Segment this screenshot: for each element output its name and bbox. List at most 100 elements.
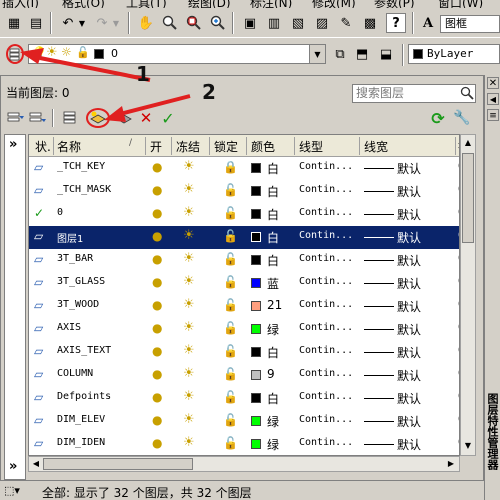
linetype[interactable]: Contin... [299, 299, 353, 310]
linetype[interactable]: Contin... [299, 322, 353, 333]
linetype[interactable]: Contin... [299, 207, 353, 218]
unlock-icon[interactable]: 🔓 [223, 344, 238, 358]
search-layer-input[interactable]: 搜索图层 [352, 84, 476, 103]
lineweight[interactable]: 默认 [397, 436, 421, 453]
layer-name[interactable]: DIM_IDEN [57, 437, 105, 448]
table-row[interactable]: ▱3T_WOOD●☀🔓21Contin...默认0 [29, 295, 459, 318]
layer-name[interactable]: 3T_BAR [57, 253, 93, 264]
bulb-icon[interactable]: ● [152, 298, 162, 312]
sun-icon[interactable]: ☀ [183, 412, 195, 427]
refresh-icon[interactable]: ⟳ [428, 109, 448, 128]
color-swatch[interactable] [251, 324, 261, 334]
search-icon[interactable] [460, 86, 474, 103]
tool-palettes-icon[interactable]: ▧ [288, 13, 308, 33]
design-center-icon[interactable]: ▥ [264, 13, 284, 33]
sun-icon[interactable]: ☀ [183, 159, 195, 174]
layer-name[interactable]: AXIS_TEXT [57, 345, 111, 356]
sheet-set-icon[interactable]: ▨ [312, 13, 332, 33]
layer-name[interactable]: AXIS [57, 322, 81, 333]
unlock-icon[interactable]: 🔓 [223, 183, 238, 197]
bulb-icon[interactable]: ● [152, 367, 162, 381]
table-row[interactable]: ▱DIM_ELEV●☀🔓绿Contin...默认0 [29, 410, 459, 433]
table-horizontal-scrollbar[interactable]: ◀ ▶ [28, 456, 460, 472]
linetype[interactable]: Contin... [299, 391, 353, 402]
lineweight[interactable]: 默认 [397, 344, 421, 361]
scroll-right-icon[interactable]: ▶ [445, 458, 457, 470]
layer-name[interactable]: 0 [57, 207, 63, 218]
undo-dropdown-icon[interactable]: ▼ [72, 13, 92, 33]
bulb-icon[interactable]: ● [152, 229, 162, 243]
linetype[interactable]: Contin... [299, 230, 353, 241]
paste-icon[interactable]: ▤ [26, 13, 46, 33]
bulb-icon[interactable]: ● [152, 344, 162, 358]
table-row[interactable]: ▱COLUMN●☀🔓9Contin...默认0 [29, 364, 459, 387]
zoom-window-icon[interactable] [184, 13, 204, 33]
table-row[interactable]: ▱3T_BAR●☀🔓白Contin...默认0 [29, 249, 459, 272]
color-control-select[interactable]: ByLayer [408, 44, 500, 64]
sun-icon[interactable]: ☀ [183, 228, 195, 243]
text-style-icon[interactable]: A [418, 13, 438, 33]
color-swatch[interactable] [251, 416, 261, 426]
scroll-up-icon[interactable]: ▲ [462, 136, 474, 150]
linetype[interactable]: Contin... [299, 437, 353, 448]
layer-states-manager-icon[interactable] [60, 109, 80, 127]
new-property-filter-icon[interactable] [6, 109, 26, 127]
linetype[interactable]: Contin... [299, 414, 353, 425]
delete-layer-icon[interactable]: ✕ [136, 109, 156, 127]
sun-icon[interactable]: ☀ [183, 205, 195, 220]
sun-icon[interactable]: ☀ [183, 251, 195, 266]
calculator-icon[interactable]: ▩ [360, 13, 380, 33]
lineweight[interactable]: 默认 [397, 321, 421, 338]
bulb-icon[interactable]: ● [152, 413, 162, 427]
markup-icon[interactable]: ✎ [336, 13, 356, 33]
layer-name[interactable]: _TCH_KEY [57, 161, 105, 172]
table-row[interactable]: ✓0●☀🔓白Contin...默认0 [29, 203, 459, 226]
unlock-icon[interactable]: 🔓 [223, 206, 238, 220]
layer-name[interactable]: 图层1 [57, 230, 83, 245]
sun-icon[interactable]: ☀ [183, 297, 195, 312]
bulb-icon[interactable]: ● [152, 252, 162, 266]
unlock-icon[interactable]: 🔓 [223, 390, 238, 404]
bulb-icon[interactable]: ● [152, 183, 162, 197]
properties-icon[interactable]: ▣ [240, 13, 260, 33]
unlock-icon[interactable]: 🔓 [223, 252, 238, 266]
color-swatch[interactable] [251, 393, 261, 403]
table-vertical-scrollbar[interactable]: ▲ ▼ [460, 134, 476, 456]
table-row[interactable]: ▱_TCH_MASK●☀🔓白Contin...默认0 [29, 180, 459, 203]
linetype[interactable]: Contin... [299, 368, 353, 379]
color-swatch[interactable] [251, 163, 261, 173]
bulb-icon[interactable]: ● [152, 160, 162, 174]
layer-select[interactable]: 💡 ☀ ☼ 🔓 0 ▼ [28, 44, 326, 64]
sun-icon[interactable]: ☀ [183, 366, 195, 381]
col-status[interactable]: 状. [35, 138, 51, 155]
layer-manager-icon[interactable] [6, 44, 24, 64]
col-freeze[interactable]: 冻结 [176, 138, 200, 155]
color-swatch[interactable] [251, 278, 261, 288]
color-swatch[interactable] [251, 347, 261, 357]
layer-name[interactable]: 3T_WOOD [57, 299, 99, 310]
sun-icon[interactable]: ☀ [183, 274, 195, 289]
unlock-icon[interactable]: 🔓 [223, 413, 238, 427]
lineweight[interactable]: 默认 [397, 390, 421, 407]
set-current-icon[interactable]: ✓ [158, 109, 178, 128]
zoom-previous-icon[interactable] [208, 13, 228, 33]
table-row[interactable]: ▱AXIS_TEXT●☀🔓白Contin...默认0 [29, 341, 459, 364]
menu-parameters[interactable]: 参数(P) [374, 0, 415, 8]
text-style-select[interactable]: 图框 [440, 15, 500, 33]
table-row[interactable]: ▱DIM_IDEN●☀🔓绿Contin...默认0 [29, 433, 459, 455]
layer-name[interactable]: 3T_GLASS [57, 276, 105, 287]
expand-tree-icon[interactable]: » [9, 137, 17, 152]
scroll-down-icon[interactable]: ▼ [462, 439, 474, 453]
col-color[interactable]: 颜色 [251, 138, 275, 155]
menu-dimension[interactable]: 标注(N) [250, 0, 292, 8]
lineweight[interactable]: 默认 [397, 298, 421, 315]
autohide-icon[interactable]: ◀ [487, 93, 499, 105]
col-lock[interactable]: 锁定 [214, 138, 238, 155]
col-lineweight[interactable]: 线宽 [364, 138, 388, 155]
table-row[interactable]: ▱3T_GLASS●☀🔓蓝Contin...默认0 [29, 272, 459, 295]
lineweight[interactable]: 默认 [397, 367, 421, 384]
color-swatch[interactable] [251, 186, 261, 196]
layer-name[interactable]: Defpoints [57, 391, 111, 402]
linetype[interactable]: Contin... [299, 253, 353, 264]
menu-tools[interactable]: 工具(T) [126, 0, 167, 8]
